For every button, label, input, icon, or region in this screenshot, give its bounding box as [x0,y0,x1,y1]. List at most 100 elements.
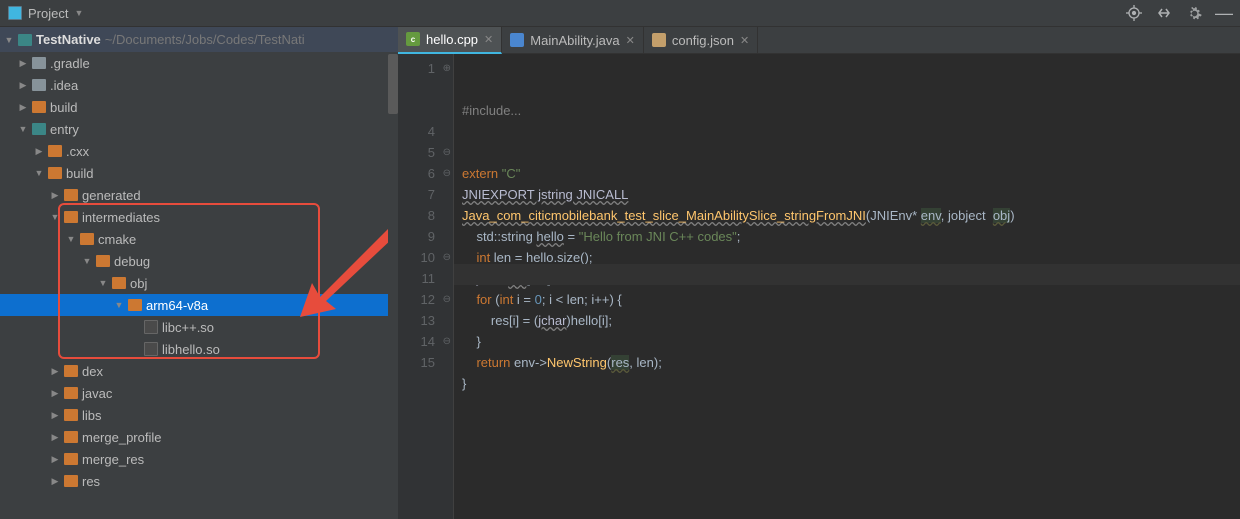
editor-tabs: chello.cpp✕MainAbility.java✕config.json✕ [398,27,1240,54]
folder-icon [64,409,78,421]
line-number: 9 [398,226,435,247]
line-number: 11 [398,268,435,289]
fold-column[interactable]: ⊕⊖⊖⊖⊖⊖ [439,58,451,352]
project-root-row[interactable]: TestNative ~/Documents/Jobs/Codes/TestNa… [0,27,398,52]
line-number: 13 [398,310,435,331]
folder-icon [32,57,46,69]
minimize-icon[interactable]: — [1216,5,1232,21]
node-label: libhello.so [162,342,220,357]
tree-node[interactable]: res [0,470,398,492]
caret-icon[interactable] [18,80,28,91]
editor-tab[interactable]: c hello.cpp ✕ [398,27,502,54]
tree-node[interactable]: debug [0,250,398,272]
caret-icon[interactable] [50,432,60,443]
tree-node[interactable]: arm64-v8a [0,294,398,316]
sidebar-scrollbar[interactable] [388,54,398,519]
caret-icon[interactable] [50,388,60,399]
caret-icon[interactable] [50,410,60,421]
json-file-icon [652,33,666,47]
folder-icon [112,277,126,289]
folder-icon [32,123,46,135]
file-icon [144,320,158,334]
editor-tab[interactable]: MainAbility.java✕ [502,27,644,54]
caret-icon[interactable] [50,366,60,377]
close-icon[interactable]: ✕ [740,34,749,47]
tree-node[interactable]: build [0,162,398,184]
tree-node[interactable]: libs [0,404,398,426]
node-label: intermediates [82,210,160,225]
folder-icon [48,145,62,157]
tree-node[interactable]: libhello.so [0,338,398,360]
tree-node[interactable]: javac [0,382,398,404]
node-label: .cxx [66,144,89,159]
folder-icon [80,233,94,245]
root-name: TestNative [36,32,101,47]
folder-icon [64,365,78,377]
close-icon[interactable]: ✕ [626,34,635,47]
line-number: 4 [398,121,435,142]
node-label: debug [114,254,150,269]
gear-icon[interactable] [1186,5,1202,21]
tree-node[interactable]: build [0,96,398,118]
caret-icon[interactable] [18,102,28,113]
project-sidebar: TestNative ~/Documents/Jobs/Codes/TestNa… [0,27,398,519]
root-path: ~/Documents/Jobs/Codes/TestNati [105,32,305,47]
line-number: 6 [398,163,435,184]
node-label: merge_res [82,452,144,467]
project-icon [8,6,22,20]
caret-icon[interactable] [114,300,124,310]
code-area[interactable]: #include... extern "C" JNIEXPORT jstring… [454,54,1240,519]
code-editor[interactable]: ⊕⊖⊖⊖⊖⊖ 1 456789101112131415 #include... … [398,54,1240,519]
node-label: javac [82,386,112,401]
folder-icon [64,475,78,487]
line-number: 10 [398,247,435,268]
tree-node[interactable]: cmake [0,228,398,250]
tree-node[interactable]: obj [0,272,398,294]
line-number: 7 [398,184,435,205]
tree-node[interactable]: .gradle [0,52,398,74]
project-dropdown-label[interactable]: Project [28,6,68,21]
caret-icon[interactable] [50,454,60,465]
tab-label: hello.cpp [426,32,478,47]
node-label: build [66,166,93,181]
tree-node[interactable]: libc++.so [0,316,398,338]
tree-node[interactable]: .cxx [0,140,398,162]
caret-icon[interactable] [34,168,44,178]
tree-node[interactable]: dex [0,360,398,382]
tree-node[interactable]: intermediates [0,206,398,228]
close-icon[interactable]: ✕ [484,33,493,46]
line-number [398,79,435,100]
target-icon[interactable] [1126,5,1142,21]
chevron-down-icon[interactable]: ▼ [74,8,83,18]
tab-label: config.json [672,33,734,48]
tree-node[interactable]: .idea [0,74,398,96]
caret-icon[interactable] [18,58,28,69]
tree-node[interactable]: merge_res [0,448,398,470]
caret-icon[interactable] [18,124,28,134]
line-number: 14 [398,331,435,352]
caret-icon[interactable] [50,476,60,487]
caret-icon[interactable] [34,146,44,157]
folder-icon [32,79,46,91]
tree-node[interactable]: entry [0,118,398,140]
folder-icon [96,255,110,267]
caret-icon[interactable] [50,190,60,201]
scrollbar-thumb[interactable] [388,54,398,114]
tree-node[interactable]: merge_profile [0,426,398,448]
caret-icon[interactable] [82,256,92,266]
collapse-icon[interactable] [1156,5,1172,21]
caret-icon[interactable] [98,278,108,288]
caret-icon[interactable] [4,35,14,45]
caret-icon[interactable] [50,212,60,222]
top-toolbar: Project ▼ — [0,0,1240,27]
node-label: generated [82,188,141,203]
editor-tab[interactable]: config.json ✕ [644,27,758,54]
cpp-file-icon: c [406,32,420,46]
project-tree[interactable]: .gradle.ideabuildentry.cxxbuildgenerated… [0,52,398,519]
folder-icon [64,211,78,223]
caret-icon[interactable] [66,234,76,244]
tree-node[interactable]: generated [0,184,398,206]
module-icon [18,34,32,46]
node-label: obj [130,276,147,291]
line-number [398,100,435,121]
